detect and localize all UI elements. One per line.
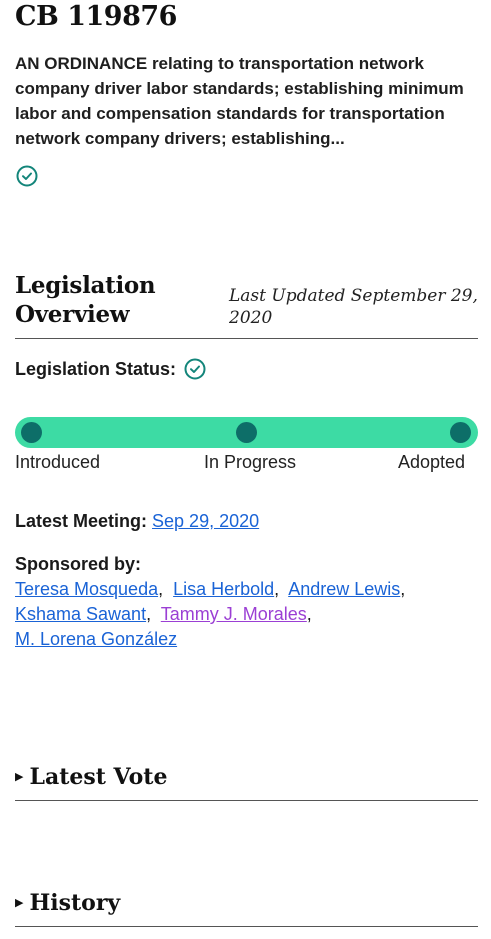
stage-label-introduced: Introduced xyxy=(15,452,101,472)
stage-label-in-progress: In Progress xyxy=(204,452,297,472)
history-toggle[interactable]: ▶ History xyxy=(15,889,120,917)
sponsor-link[interactable]: M. Lorena González xyxy=(15,629,177,649)
history-heading: History xyxy=(29,890,121,916)
status-progress-bar xyxy=(15,417,478,448)
bill-summary-text: AN ORDINANCE relating to transportation … xyxy=(15,54,464,148)
overview-title-text: Legislation Overview xyxy=(15,272,156,328)
overview-divider xyxy=(15,338,478,339)
legislation-status: Legislation Status: xyxy=(15,357,206,381)
latest-vote-heading: Latest Vote xyxy=(29,764,168,790)
sponsor-link[interactable]: Lisa Herbold xyxy=(173,579,274,599)
sponsor-link[interactable]: Tammy J. Morales xyxy=(161,604,307,624)
legislation-status-label: Legislation Status: xyxy=(15,359,177,379)
status-check-icon xyxy=(184,358,206,380)
sponsor-link[interactable]: Teresa Mosqueda xyxy=(15,579,158,599)
latest-meeting-label: Latest Meeting: xyxy=(15,511,148,531)
sponsor-link[interactable]: Kshama Sawant xyxy=(15,604,146,624)
sponsor-link[interactable]: Andrew Lewis xyxy=(288,579,400,599)
stage-label-adopted: Adopted xyxy=(398,452,466,472)
history-divider xyxy=(15,926,478,927)
bill-number: CB 119876 xyxy=(15,1,177,32)
progress-dot-introduced xyxy=(21,422,42,443)
latest-meeting-date-link[interactable]: Sep 29, 2020 xyxy=(152,511,259,531)
progress-dot-adopted xyxy=(450,422,471,443)
sponsored-by-label: Sponsored by: xyxy=(15,554,142,574)
expand-caret-icon: ▶ xyxy=(15,770,24,783)
latest-vote-toggle[interactable]: ▶ Latest Vote xyxy=(15,763,167,791)
sponsor-list: Teresa Mosqueda, Lisa Herbold, Andrew Le… xyxy=(15,579,406,649)
progress-dot-in-progress xyxy=(236,422,257,443)
latest-vote-divider xyxy=(15,800,478,801)
status-check-icon xyxy=(16,165,38,187)
bill-summary: AN ORDINANCE relating to transportation … xyxy=(15,51,478,151)
overview-title: Legislation Overview xyxy=(15,271,165,329)
last-updated: Last Updated September 29, 2020 xyxy=(229,286,478,328)
latest-meeting: Latest Meeting: Sep 29, 2020 xyxy=(15,509,259,533)
expand-caret-icon: ▶ xyxy=(15,896,24,909)
